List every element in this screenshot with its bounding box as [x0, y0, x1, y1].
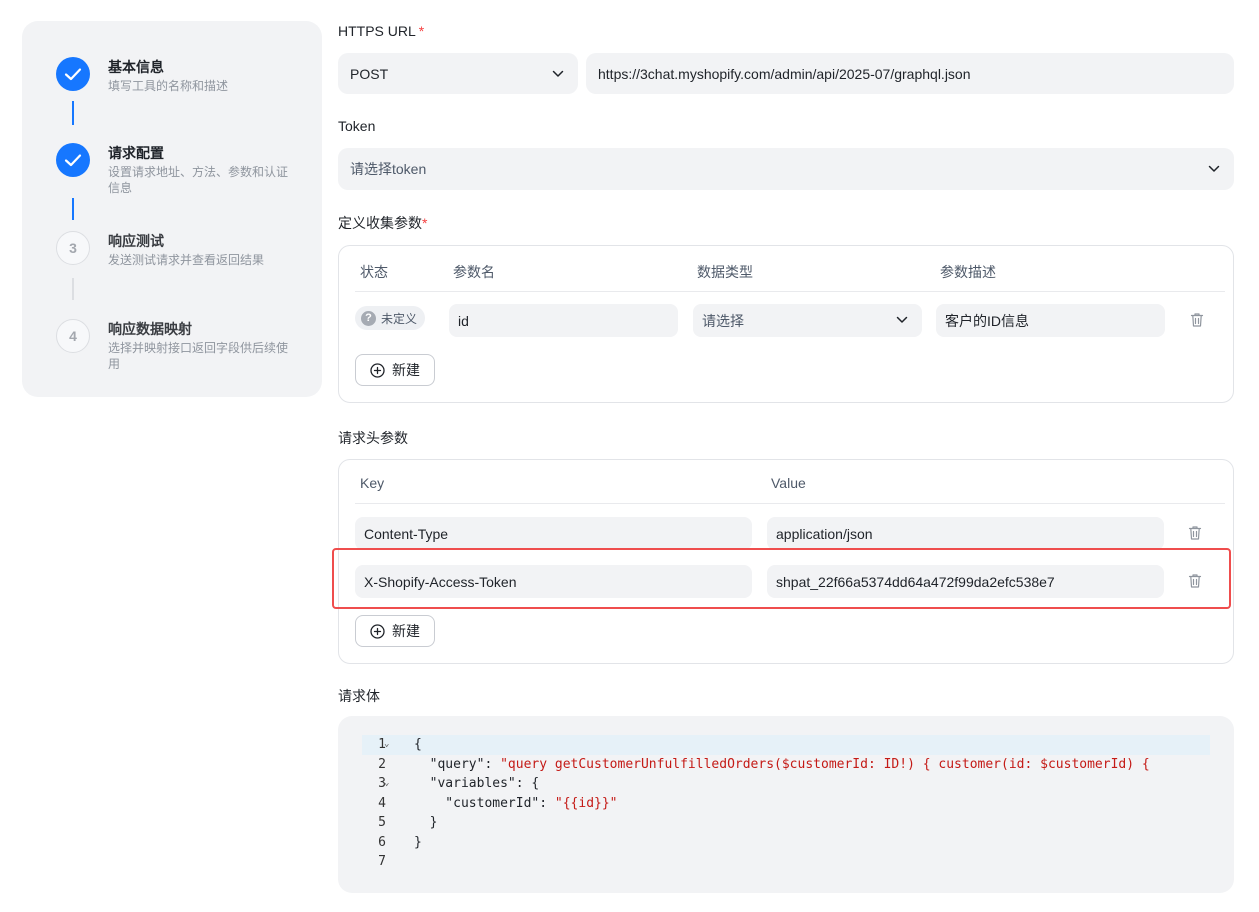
header-key-input[interactable]: Content-Type: [355, 517, 752, 550]
step-connector: [72, 278, 74, 300]
add-label: 新建: [392, 623, 420, 639]
params-card: 状态 参数名 数据类型 参数描述 ? 未定义 id 请选择 客户的ID信息 新建: [338, 245, 1234, 403]
add-header-button[interactable]: 新建: [355, 615, 435, 647]
code-editor[interactable]: 1 ⌄{2 "query": "query getCustomerUnfulfil…: [338, 716, 1234, 893]
line-number: 1: [378, 737, 386, 752]
code-text: "query": "query getCustomerUnfulfilledOr…: [414, 756, 1150, 772]
add-label: 新建: [392, 362, 420, 378]
data-type-select[interactable]: 请选择: [693, 304, 922, 337]
step-description: 选择并映射接口返回字段供后续使用: [108, 341, 289, 371]
col-param-name: 参数名: [453, 264, 495, 280]
col-data-type: 数据类型: [697, 264, 753, 280]
step-description: 发送测试请求并查看返回结果: [108, 253, 265, 267]
question-icon: ?: [361, 310, 376, 326]
col-value: Value: [771, 475, 806, 491]
trash-icon[interactable]: [1187, 525, 1203, 541]
code-line[interactable]: 4 "customerId": "{{id}}": [362, 794, 1210, 814]
fold-chevron-icon[interactable]: ⌄: [384, 774, 389, 794]
method-value: POST: [350, 65, 389, 82]
code-line[interactable]: 7: [362, 852, 1210, 872]
header-divider: [355, 503, 1225, 504]
status-badge: ? 未定义: [355, 306, 426, 330]
step-connector: [72, 101, 74, 125]
highlight-box: [332, 548, 1231, 609]
step-number: 3: [56, 231, 90, 265]
step-title: 响应数据映射: [108, 321, 192, 337]
header-divider: [355, 291, 1225, 292]
step-description: 设置请求地址、方法、参数和认证信息: [108, 165, 289, 195]
line-number: 4: [378, 795, 386, 811]
trash-icon[interactable]: [1189, 312, 1205, 328]
code-text: "variables": {: [414, 776, 540, 791]
line-number: 5: [378, 815, 386, 830]
url-label: HTTPS URL *: [338, 23, 424, 39]
step-description: 填写工具的名称和描述: [108, 79, 229, 93]
code-line[interactable]: 2 "query": "query getCustomerUnfulfilled…: [362, 755, 1210, 775]
status-text: 未定义: [381, 311, 418, 326]
step-title: 基本信息: [108, 59, 164, 75]
token-select[interactable]: 请选择token: [338, 148, 1234, 190]
code-text: }: [414, 815, 438, 830]
required-mark: *: [418, 23, 425, 39]
fold-chevron-icon[interactable]: ⌄: [384, 735, 389, 755]
line-number: 2: [378, 756, 386, 772]
plus-circle-icon: [370, 362, 385, 378]
step-number: 4: [56, 319, 90, 353]
code-text: {: [414, 737, 422, 752]
code-text: "customerId": "{{id}}": [414, 795, 618, 811]
url-value: https://3chat.myshopify.com/admin/api/20…: [598, 65, 971, 82]
type-placeholder: 请选择: [702, 312, 744, 329]
step-connector: [72, 198, 74, 220]
check-icon: [56, 57, 90, 91]
params-label-text: 定义收集参数: [338, 215, 422, 231]
url-label-text: HTTPS URL: [338, 23, 416, 39]
method-select[interactable]: POST: [338, 53, 578, 94]
col-param-desc: 参数描述: [940, 264, 996, 280]
header-value-input[interactable]: application/json: [767, 517, 1164, 550]
token-label: Token: [338, 118, 376, 134]
token-placeholder: 请选择token: [350, 161, 427, 177]
line-number: 6: [378, 834, 386, 850]
step-title: 响应测试: [108, 233, 164, 249]
chevron-down-icon: [552, 70, 564, 77]
chevron-down-icon: [1208, 165, 1220, 172]
code-text: }: [414, 834, 422, 850]
code-line[interactable]: 3 ⌄ "variables": {: [362, 774, 1210, 794]
step-sidebar: 基本信息 填写工具的名称和描述 请求配置 设置请求地址、方法、参数和认证信息 3…: [22, 21, 322, 397]
step-title: 请求配置: [108, 145, 164, 161]
col-key: Key: [360, 475, 385, 491]
param-name-input[interactable]: id: [449, 304, 678, 337]
headers-label: 请求头参数: [338, 430, 408, 446]
code-line[interactable]: 6}: [362, 833, 1210, 853]
chevron-down-icon: [896, 316, 908, 323]
body-label: 请求体: [338, 688, 380, 704]
line-number: 3: [378, 776, 386, 791]
check-icon: [56, 143, 90, 177]
add-param-button[interactable]: 新建: [355, 354, 435, 386]
code-line[interactable]: 5 }: [362, 813, 1210, 833]
required-mark: *: [422, 215, 428, 231]
plus-circle-icon: [370, 623, 385, 639]
code-line[interactable]: 1 ⌄ {: [362, 735, 1210, 755]
url-input[interactable]: https://3chat.myshopify.com/admin/api/20…: [586, 53, 1234, 94]
line-number: 7: [378, 854, 386, 869]
params-label: 定义收集参数*: [338, 213, 427, 233]
col-status: 状态: [360, 264, 388, 280]
param-desc-input[interactable]: 客户的ID信息: [936, 304, 1165, 337]
